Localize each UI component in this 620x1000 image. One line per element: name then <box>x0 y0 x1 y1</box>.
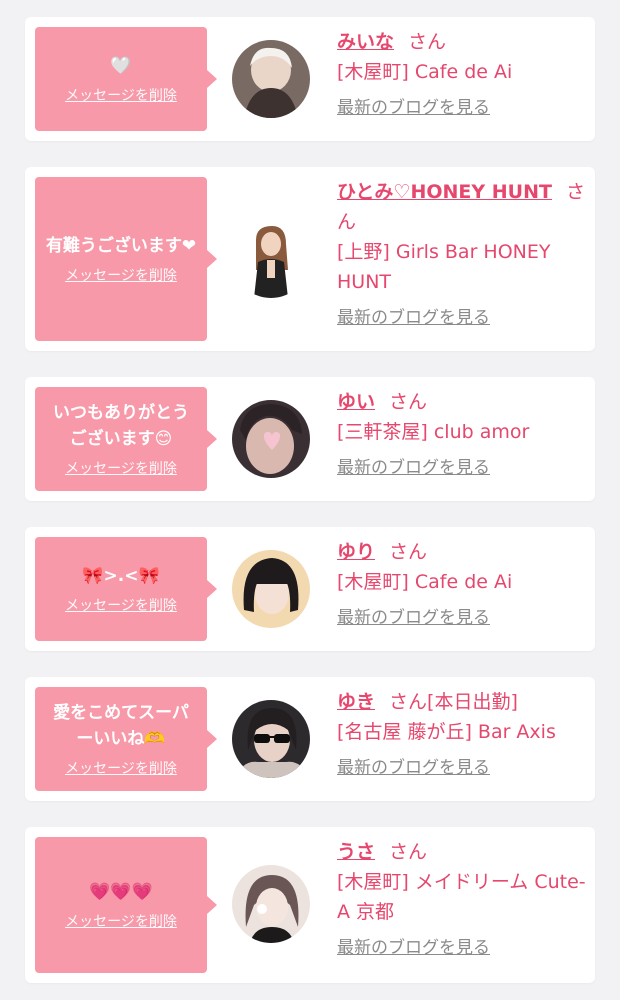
profile-info: みいな さん [木屋町] Cafe de Ai 最新のブログを見る <box>337 27 587 123</box>
message-bubble: 💗💗💗 メッセージを削除 <box>35 837 207 973</box>
shop-label: [木屋町] Cafe de Ai <box>337 61 513 83</box>
list-item: いつもありがとうございます😊 メッセージを削除 ゆい さん [三軒茶屋] club… <box>25 377 595 501</box>
delete-message-link[interactable]: メッセージを削除 <box>65 458 177 478</box>
delete-message-link[interactable]: メッセージを削除 <box>65 758 177 778</box>
list-item: 🤍 メッセージを削除 みいな さん [木屋町] Cafe de Ai 最新のブログ… <box>25 17 595 141</box>
name-line: みいな さん <box>337 27 587 57</box>
message-bubble: いつもありがとうございます😊 メッセージを削除 <box>35 387 207 491</box>
profile-name-link[interactable]: みいな <box>337 31 394 53</box>
profile-name-link[interactable]: ゆき <box>337 691 375 713</box>
honorific: さん <box>389 841 428 863</box>
message-bubble: 有難うございます❤ メッセージを削除 <box>35 177 207 341</box>
shop-label: [上野] Girls Bar HONEY HUNT <box>337 241 551 293</box>
blog-link[interactable]: 最新のブログを見る <box>337 753 490 783</box>
honorific: さん <box>389 691 428 713</box>
message-text: 有難うございます❤ <box>45 236 197 256</box>
avatar[interactable] <box>232 40 310 118</box>
profile-info: ゆき さん[本日出勤] [名古屋 藤が丘] Bar Axis 最新のブログを見る <box>337 687 587 783</box>
profile-info: ゆり さん [木屋町] Cafe de Ai 最新のブログを見る <box>337 537 587 633</box>
message-text: いつもありがとうございます😊 <box>53 403 189 449</box>
shop-label: [名古屋 藤が丘] Bar Axis <box>337 721 556 743</box>
avatar-image <box>232 550 310 628</box>
blog-link[interactable]: 最新のブログを見る <box>337 453 490 483</box>
profile-name-link[interactable]: ひとみ♡HONEY HUNT <box>337 181 552 203</box>
message-text: 🤍 <box>110 56 132 76</box>
message-text: 愛をこめてスーパーいいね🫶 <box>53 703 189 749</box>
name-line: ゆり さん <box>337 537 587 567</box>
avatar[interactable] <box>232 865 310 943</box>
message-bubble: 愛をこめてスーパーいいね🫶 メッセージを削除 <box>35 687 207 791</box>
message-bubble: 🤍 メッセージを削除 <box>35 27 207 131</box>
blog-link[interactable]: 最新のブログを見る <box>337 933 490 963</box>
message-text: 🎀>.<🎀 <box>82 566 160 586</box>
profile-name-link[interactable]: うさ <box>337 841 375 863</box>
delete-message-link[interactable]: メッセージを削除 <box>65 911 177 931</box>
avatar-image <box>232 220 310 298</box>
honorific: さん <box>389 541 428 563</box>
message-text: 💗💗💗 <box>89 882 153 902</box>
name-line: ゆい さん <box>337 387 587 417</box>
list-item: 愛をこめてスーパーいいね🫶 メッセージを削除 ゆき さん[本日出勤] [名古屋 藤… <box>25 677 595 801</box>
profile-info: ゆい さん [三軒茶屋] club amor 最新のブログを見る <box>337 387 587 483</box>
work-status: [本日出勤] <box>427 691 518 713</box>
blog-link[interactable]: 最新のブログを見る <box>337 603 490 633</box>
profile-name-link[interactable]: ゆり <box>337 541 375 563</box>
shop-label: [三軒茶屋] club amor <box>337 421 530 443</box>
list-item: 🎀>.<🎀 メッセージを削除 ゆり さん [木屋町] Cafe de Ai 最新の… <box>25 527 595 651</box>
message-bubble: 🎀>.<🎀 メッセージを削除 <box>35 537 207 641</box>
avatar-image <box>232 400 310 478</box>
honorific: さん <box>408 31 447 53</box>
profile-info: うさ さん [木屋町] メイドリーム Cute-A 京都 最新のブログを見る <box>337 837 587 963</box>
shop-label: [木屋町] メイドリーム Cute-A 京都 <box>337 871 586 923</box>
blog-link[interactable]: 最新のブログを見る <box>337 303 490 333</box>
shop-label: [木屋町] Cafe de Ai <box>337 571 513 593</box>
blog-link[interactable]: 最新のブログを見る <box>337 93 490 123</box>
avatar-image <box>232 865 310 943</box>
delete-message-link[interactable]: メッセージを削除 <box>65 595 177 615</box>
delete-message-link[interactable]: メッセージを削除 <box>65 85 177 105</box>
avatar[interactable] <box>232 220 310 298</box>
avatar-image <box>232 700 310 778</box>
profile-info: ひとみ♡HONEY HUNT さん [上野] Girls Bar HONEY HU… <box>337 177 587 333</box>
name-line: うさ さん <box>337 837 587 867</box>
name-line: ゆき さん[本日出勤] <box>337 687 587 717</box>
message-list: 🤍 メッセージを削除 みいな さん [木屋町] Cafe de Ai 最新のブログ… <box>0 0 620 1000</box>
list-item: 💗💗💗 メッセージを削除 うさ さん [木屋町] メイドリーム Cute-A 京都… <box>25 827 595 983</box>
avatar[interactable] <box>232 400 310 478</box>
delete-message-link[interactable]: メッセージを削除 <box>65 265 177 285</box>
profile-name-link[interactable]: ゆい <box>337 391 375 413</box>
list-item: 有難うございます❤ メッセージを削除 ひとみ♡HONEY HUNT さん [上野]… <box>25 167 595 351</box>
honorific: さん <box>389 391 428 413</box>
name-line: ひとみ♡HONEY HUNT さん <box>337 177 587 237</box>
avatar-image <box>232 40 310 118</box>
avatar[interactable] <box>232 700 310 778</box>
avatar[interactable] <box>232 550 310 628</box>
